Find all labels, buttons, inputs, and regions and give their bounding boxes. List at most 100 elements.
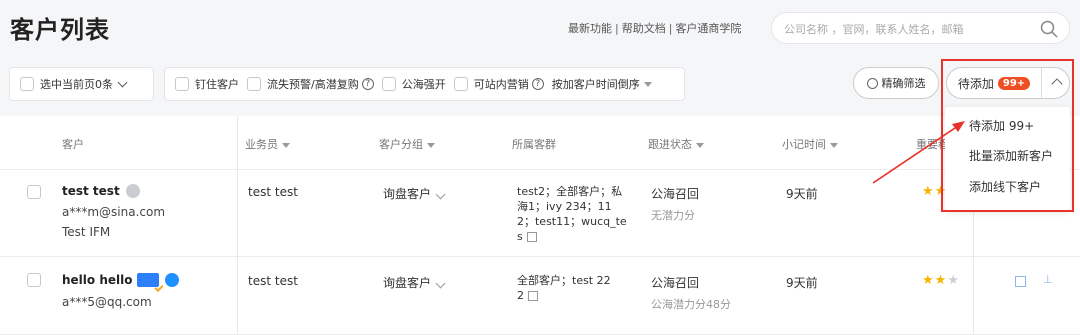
segment-value[interactable]: 全部客户；test 222: [517, 273, 613, 303]
chevron-down-icon: [435, 278, 446, 289]
pending-add-button[interactable]: 待添加 99+: [946, 67, 1070, 99]
customer-email: a***m@sina.com: [62, 205, 166, 219]
col-customer: 客户: [62, 138, 84, 151]
filter-icon: [866, 77, 878, 89]
edit-icon[interactable]: [1015, 276, 1026, 287]
note-time: 9天前: [786, 187, 818, 201]
caret-down-icon: [696, 142, 704, 148]
salesperson: test test: [248, 274, 298, 288]
select-page-checkbox[interactable]: [20, 77, 34, 91]
col-note-time[interactable]: 小记时间: [782, 136, 838, 152]
check-icon: [154, 282, 165, 293]
link-separator: |: [668, 22, 673, 35]
col-segment: 所属客群: [512, 138, 556, 151]
status-value: 公海召回: [651, 276, 700, 290]
help-icon[interactable]: ?: [361, 78, 374, 90]
checkbox[interactable]: [175, 77, 189, 91]
sort-dropdown[interactable]: 按加客户时间倒序: [552, 76, 652, 92]
filter-group: 钉住客户 流失预警/高潜复购? 公海强开 可站内营销? 按加客户时间倒序: [164, 67, 685, 101]
caret-down-icon: [643, 81, 652, 87]
link-academy[interactable]: 客户通商学院: [675, 22, 741, 35]
link-new-features[interactable]: 最新功能: [568, 22, 612, 35]
group-select[interactable]: 询盘客户: [383, 185, 446, 202]
customer-name[interactable]: test test: [62, 184, 140, 198]
precise-filter-button[interactable]: 精确筛选: [853, 67, 939, 99]
status-sub: 无潜力分: [651, 209, 695, 222]
star-icon[interactable]: ★: [922, 184, 935, 199]
group-select[interactable]: 询盘客户: [383, 274, 446, 291]
page-header: 客户列表 最新功能 | 帮助文档 | 客户通商学院: [0, 0, 1080, 60]
search-box: [771, 12, 1070, 44]
select-page-dropdown[interactable]: 选中当前页0条: [9, 67, 154, 101]
star-icon[interactable]: ★: [947, 273, 960, 288]
row-checkbox[interactable]: [27, 273, 41, 287]
edit-icon[interactable]: [526, 232, 537, 242]
star-icon[interactable]: ★: [935, 273, 948, 288]
select-page-label: 选中当前页0条: [40, 78, 113, 91]
pending-add-main[interactable]: 待添加 99+: [947, 68, 1041, 98]
customer-table: 客户 业务员 客户分组 所属客群 跟进状态 小记时间 重要程 test test…: [0, 116, 1080, 335]
chevron-up-icon: [1051, 78, 1063, 90]
table-header: 客户 业务员 客户分组 所属客群 跟进状态 小记时间 重要程: [0, 116, 1080, 170]
status-sub: 公海潜力分48分: [651, 298, 731, 311]
importance-stars[interactable]: ★★★: [922, 273, 960, 288]
table-row[interactable]: test test a***m@sina.com Test IFM test t…: [0, 170, 1080, 257]
salesperson: test test: [248, 185, 298, 199]
group-value: 询盘客户: [383, 276, 432, 290]
search-input[interactable]: [784, 19, 1034, 39]
business-card-icon[interactable]: [137, 273, 165, 293]
col-label: 业务员: [245, 138, 278, 151]
col-group[interactable]: 客户分组: [379, 136, 435, 152]
filter-label: 公海强开: [401, 78, 446, 91]
group-value: 询盘客户: [383, 187, 432, 201]
customer-name-text[interactable]: hello hello: [62, 273, 132, 287]
page-title: 客户列表: [10, 16, 110, 44]
filter-onsite-marketing[interactable]: 可站内营销?: [453, 76, 544, 92]
customer-name-text[interactable]: test test: [62, 184, 120, 198]
note-time: 9天前: [786, 276, 818, 290]
caret-down-icon: [427, 142, 435, 148]
col-label: 小记时间: [782, 138, 826, 151]
filter-label: 流失预警/高潜复购: [267, 78, 359, 91]
edit-icon[interactable]: [528, 291, 538, 301]
pending-add-menu: 待添加 99+ 批量添加新客户 添加线下客户: [945, 107, 1070, 210]
caret-down-icon: [830, 142, 838, 148]
avatar-icon: [125, 184, 140, 198]
customer-company: Test IFM: [62, 225, 111, 239]
count-badge: 99+: [997, 76, 1031, 90]
menu-item-offline-add[interactable]: 添加线下客户: [969, 178, 1041, 195]
col-status[interactable]: 跟进状态: [648, 136, 704, 152]
column-divider: [237, 116, 238, 335]
filter-label: 钉住客户: [195, 78, 239, 91]
customer-name[interactable]: hello hello: [62, 273, 180, 293]
pin-icon[interactable]: ⊥: [1043, 273, 1053, 286]
row-checkbox[interactable]: [27, 185, 41, 199]
table-row[interactable]: hello hello a***5@qq.com test test 询盘客户 …: [0, 257, 1080, 335]
filter-pinned[interactable]: 钉住客户: [175, 76, 239, 92]
filter-sea-open[interactable]: 公海强开: [381, 76, 446, 92]
col-salesperson[interactable]: 业务员: [245, 136, 290, 152]
search-icon[interactable]: [1039, 19, 1059, 39]
star-icon[interactable]: ★: [922, 273, 935, 288]
checkbox[interactable]: [453, 77, 468, 91]
menu-item-pending[interactable]: 待添加 99+: [969, 117, 1034, 134]
segment-value[interactable]: test2；全部客户；私海1；ivy 234；112；test11；wucq_t…: [517, 184, 627, 244]
checkbox[interactable]: [381, 77, 396, 91]
importance-stars[interactable]: ★★: [922, 184, 947, 199]
chevron-down-icon: [117, 77, 128, 87]
menu-item-batch-add[interactable]: 批量添加新客户: [969, 147, 1053, 164]
link-help-docs[interactable]: 帮助文档: [622, 22, 666, 35]
customer-email: a***5@qq.com: [62, 295, 152, 309]
checkbox[interactable]: [247, 77, 261, 91]
top-links: 最新功能 | 帮助文档 | 客户通商学院: [568, 20, 741, 36]
pending-add-label: 待添加: [957, 76, 994, 91]
help-icon[interactable]: ?: [531, 78, 544, 90]
status-value: 公海召回: [651, 187, 700, 201]
filter-churn-warning[interactable]: 流失预警/高潜复购?: [247, 76, 374, 92]
col-label: 跟进状态: [648, 138, 692, 151]
link-separator: |: [615, 22, 619, 35]
social-icon[interactable]: [165, 273, 180, 287]
precise-filter-label: 精确筛选: [881, 77, 926, 90]
chevron-down-icon: [435, 189, 446, 200]
dropdown-toggle[interactable]: [1041, 68, 1069, 98]
